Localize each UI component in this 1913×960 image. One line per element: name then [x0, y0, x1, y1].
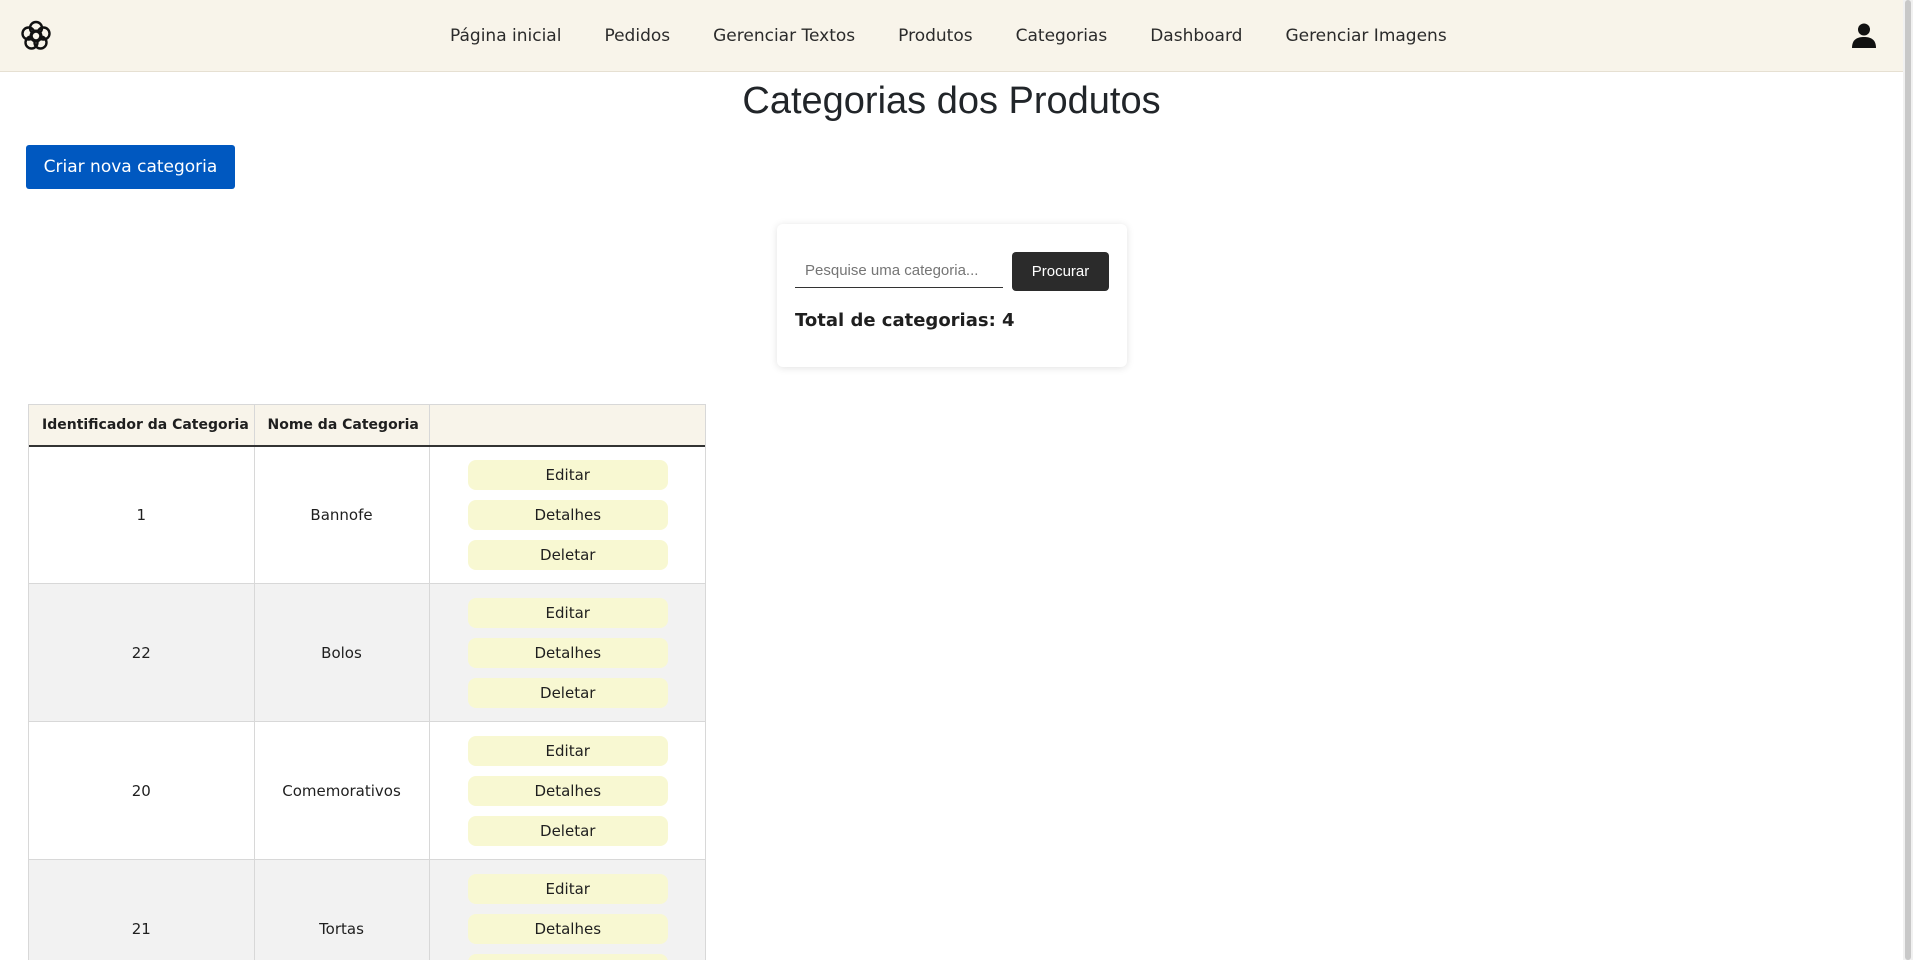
main-nav: Página inicial Pedidos Gerenciar Textos … [450, 0, 1447, 72]
table-row: 22 Bolos Editar Detalhes Deletar [29, 583, 705, 722]
details-button[interactable]: Detalhes [467, 775, 668, 806]
column-header-name: Nome da Categoria [254, 404, 430, 447]
table-header-row: Identificador da Categoria Nome da Categ… [29, 404, 705, 447]
edit-button[interactable]: Editar [467, 459, 668, 490]
actions-cell: Editar Detalhes Deletar [429, 721, 705, 860]
nav-link-home[interactable]: Página inicial [450, 26, 561, 46]
category-id-cell: 1 [29, 445, 255, 584]
edit-button[interactable]: Editar [467, 735, 668, 766]
nav-link-products[interactable]: Produtos [898, 26, 972, 46]
delete-button[interactable]: Deletar [467, 815, 668, 846]
nav-link-manage-images[interactable]: Gerenciar Imagens [1285, 26, 1446, 46]
user-icon[interactable] [1851, 22, 1877, 48]
table-row: 21 Tortas Editar Detalhes Deletar [29, 859, 705, 960]
category-name-cell: Bannofe [254, 445, 430, 584]
delete-button[interactable]: Deletar [467, 953, 668, 960]
nav-link-orders[interactable]: Pedidos [604, 26, 670, 46]
nav-link-categories[interactable]: Categorias [1016, 26, 1108, 46]
delete-button[interactable]: Deletar [467, 539, 668, 570]
category-id-cell: 20 [29, 721, 255, 860]
delete-button[interactable]: Deletar [467, 677, 668, 708]
actions-cell: Editar Detalhes Deletar [429, 583, 705, 722]
page-scrollbar-thumb[interactable] [1905, 0, 1911, 960]
actions-cell: Editar Detalhes Deletar [429, 445, 705, 584]
category-id-cell: 21 [29, 859, 255, 960]
create-category-button[interactable]: Criar nova categoria [26, 145, 235, 189]
edit-button[interactable]: Editar [467, 597, 668, 628]
total-categories-label: Total de categorias: 4 [795, 310, 1015, 331]
flower-logo-icon[interactable] [20, 20, 52, 52]
categories-table: Identificador da Categoria Nome da Categ… [29, 404, 705, 960]
page-title: Categorias dos Produtos [742, 80, 1161, 122]
category-name-cell: Tortas [254, 859, 430, 960]
details-button[interactable]: Detalhes [467, 637, 668, 668]
search-button[interactable]: Procurar [1012, 252, 1109, 291]
table-row: 1 Bannofe Editar Detalhes Deletar [29, 445, 705, 584]
category-id-cell: 22 [29, 583, 255, 722]
category-name-cell: Bolos [254, 583, 430, 722]
nav-link-dashboard[interactable]: Dashboard [1150, 26, 1242, 46]
actions-cell: Editar Detalhes Deletar [429, 859, 705, 960]
table-row: 20 Comemorativos Editar Detalhes Deletar [29, 721, 705, 860]
details-button[interactable]: Detalhes [467, 499, 668, 530]
column-header-actions [429, 404, 705, 447]
nav-link-manage-texts[interactable]: Gerenciar Textos [713, 26, 855, 46]
categories-table-container: Identificador da Categoria Nome da Categ… [28, 404, 706, 960]
category-name-cell: Comemorativos [254, 721, 430, 860]
search-input[interactable] [795, 254, 1003, 288]
column-header-id: Identificador da Categoria [29, 404, 255, 447]
details-button[interactable]: Detalhes [467, 913, 668, 944]
search-card: Procurar Total de categorias: 4 [777, 224, 1127, 367]
top-navbar: Página inicial Pedidos Gerenciar Textos … [0, 0, 1903, 72]
edit-button[interactable]: Editar [467, 873, 668, 904]
